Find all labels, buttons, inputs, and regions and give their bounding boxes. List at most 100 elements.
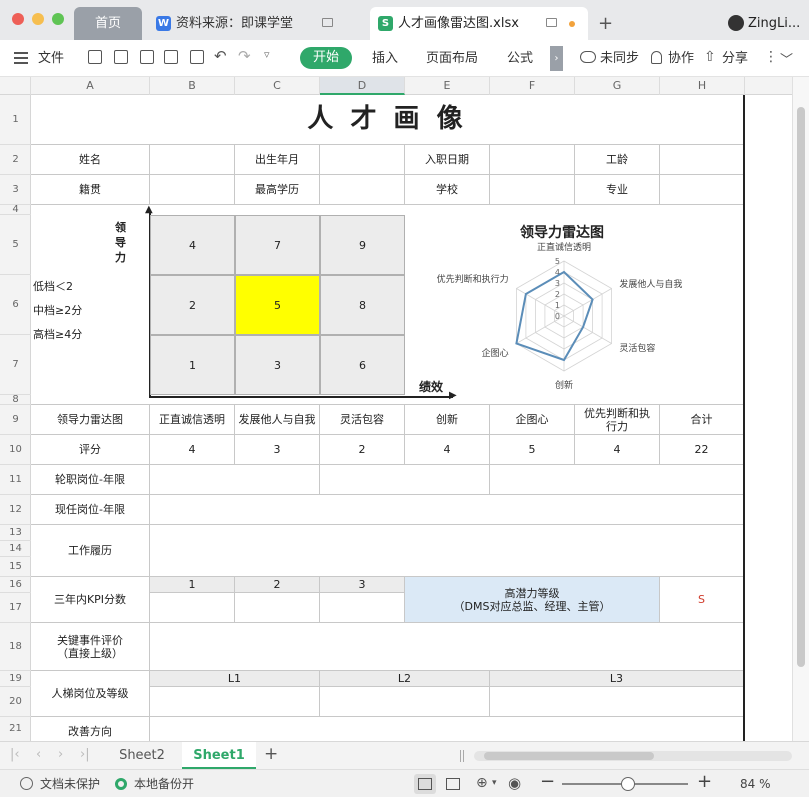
file-menu[interactable]: 文件 [38,40,64,77]
score-cell[interactable]: 3 [235,435,320,465]
ladder-level-header[interactable]: L3 [490,671,744,687]
matrix-cell[interactable]: 1 [150,335,235,395]
ladder-label[interactable]: 人梯岗位及等级 [31,671,150,717]
backup-status[interactable]: 本地备份开 [134,770,194,797]
edu-label[interactable]: 最高学历 [235,175,320,205]
ladder-level-header[interactable]: L2 [320,671,490,687]
column-header[interactable]: F [490,77,575,95]
add-sheet-button[interactable]: + [264,744,278,764]
horizontal-scroll-thumb[interactable] [484,752,654,760]
select-all-corner[interactable] [0,77,31,95]
school-label[interactable]: 学校 [405,175,490,205]
page-layout-view-icon[interactable] [446,778,460,790]
chevron-down-icon[interactable]: ▾ [492,778,497,788]
column-header[interactable]: A [31,77,150,95]
kpi-year-header[interactable]: 2 [235,577,320,593]
menu-icon[interactable] [14,52,28,64]
pdf-export-icon[interactable] [140,50,154,64]
row-header[interactable]: 3 [0,175,31,205]
row-header[interactable]: 11 [0,465,31,495]
kpi-year-header[interactable]: 3 [320,577,405,593]
tab-page-layout[interactable]: 页面布局 [426,40,478,77]
row-header[interactable]: 17 [0,593,31,623]
score-cell[interactable]: 4 [150,435,235,465]
total-score-cell[interactable]: 22 [660,435,744,465]
kpi-label[interactable]: 三年内KPI分数 [31,577,150,623]
kpi-score-cell[interactable] [320,593,405,623]
page-break-view-icon[interactable]: ⊕ [476,775,488,791]
birth-label[interactable]: 出生年月 [235,145,320,175]
zoom-in-button[interactable]: + [697,771,712,792]
share-button[interactable]: 分享 [722,40,748,77]
name-label[interactable]: 姓名 [31,145,150,175]
improve-label[interactable]: 改善方向 [31,717,150,741]
tenure-value-cell[interactable] [660,145,744,175]
score-cell[interactable]: 2 [320,435,405,465]
collab-button[interactable]: 协作 [668,40,694,77]
row-header[interactable]: 1 [0,95,31,145]
row-header[interactable]: 2 [0,145,31,175]
row-header[interactable]: 5 [0,215,31,275]
row-header[interactable]: 7 [0,335,31,395]
matrix-cell[interactable]: 6 [320,335,405,395]
current-post-cell[interactable] [150,495,744,525]
score-cell[interactable]: 5 [490,435,575,465]
row-header[interactable]: 21 [0,717,31,741]
major-value-cell[interactable] [660,175,744,205]
origin-label[interactable]: 籍贯 [31,175,150,205]
row-header[interactable]: 18 [0,623,31,671]
row-header[interactable]: 13 [0,525,31,541]
tab-spreadsheet[interactable]: S 人才画像雷达图.xlsx [370,7,588,40]
row-header[interactable]: 4 [0,205,31,215]
horizontal-scrollbar[interactable] [474,751,792,761]
row-header[interactable]: 16 [0,577,31,593]
score-cell[interactable]: 4 [575,435,660,465]
splitter-handle[interactable] [460,750,464,762]
avatar[interactable] [728,15,744,31]
row-header[interactable]: 19 [0,671,31,687]
rotation-label[interactable]: 轮职岗位-年限 [31,465,150,495]
column-header[interactable]: B [150,77,235,95]
potential-value-cell[interactable]: S [660,577,744,623]
ladder-cell[interactable] [490,687,744,717]
user-name[interactable]: ZingLi... [748,7,800,40]
zoom-window-button[interactable] [52,13,64,25]
row-header[interactable]: 20 [0,687,31,717]
close-window-button[interactable] [12,13,24,25]
kpi-score-cell[interactable] [150,593,235,623]
radar-chart[interactable]: 领导力雷达图 012345 正直诚信透明发展他人与自我灵活包容创新企图心优先判断… [426,219,706,389]
work-history-label[interactable]: 工作履历 [31,525,150,577]
zoom-level[interactable]: 84 % [740,770,771,797]
tab-source-doc[interactable]: W 资料来源：即课学堂 [146,7,366,40]
row-header[interactable]: 6 [0,275,31,335]
potential-level-cell[interactable]: 高潜力等级 （DMS对应总监、经理、主管） [405,577,660,623]
current-post-label[interactable]: 现任岗位-年限 [31,495,150,525]
origin-value-cell[interactable] [150,175,235,205]
vertical-scroll-thumb[interactable] [797,107,805,667]
column-header[interactable]: C [235,77,320,95]
column-header[interactable]: H [660,77,745,95]
chevron-down-icon[interactable]: ▿ [264,48,270,61]
join-label[interactable]: 入职日期 [405,145,490,175]
row-header[interactable]: 12 [0,495,31,525]
column-header[interactable]: D [320,77,405,95]
row-header[interactable]: 15 [0,557,31,577]
more-options-icon[interactable]: ⋮ [764,49,778,65]
sync-status[interactable]: 未同步 [600,40,639,77]
matrix-cell[interactable]: 4 [150,215,235,275]
edu-value-cell[interactable] [320,175,405,205]
birth-value-cell[interactable] [320,145,405,175]
key-event-cell[interactable] [150,623,744,671]
dimension-header[interactable]: 创新 [405,405,490,435]
column-header[interactable]: G [575,77,660,95]
total-header[interactable]: 合计 [660,405,744,435]
tab-start[interactable]: 开始 [300,47,352,69]
print-preview-icon[interactable] [190,50,204,64]
save-icon[interactable] [114,50,128,64]
doc-protect-status[interactable]: 文档未保护 [40,770,100,797]
matrix-cell[interactable]: 9 [320,215,405,275]
improve-cell[interactable] [150,717,744,741]
redo-icon[interactable]: ↷ [238,47,251,65]
new-tab-button[interactable]: + [598,7,613,40]
sheet-tab-sheet1[interactable]: Sheet1 [182,742,256,769]
